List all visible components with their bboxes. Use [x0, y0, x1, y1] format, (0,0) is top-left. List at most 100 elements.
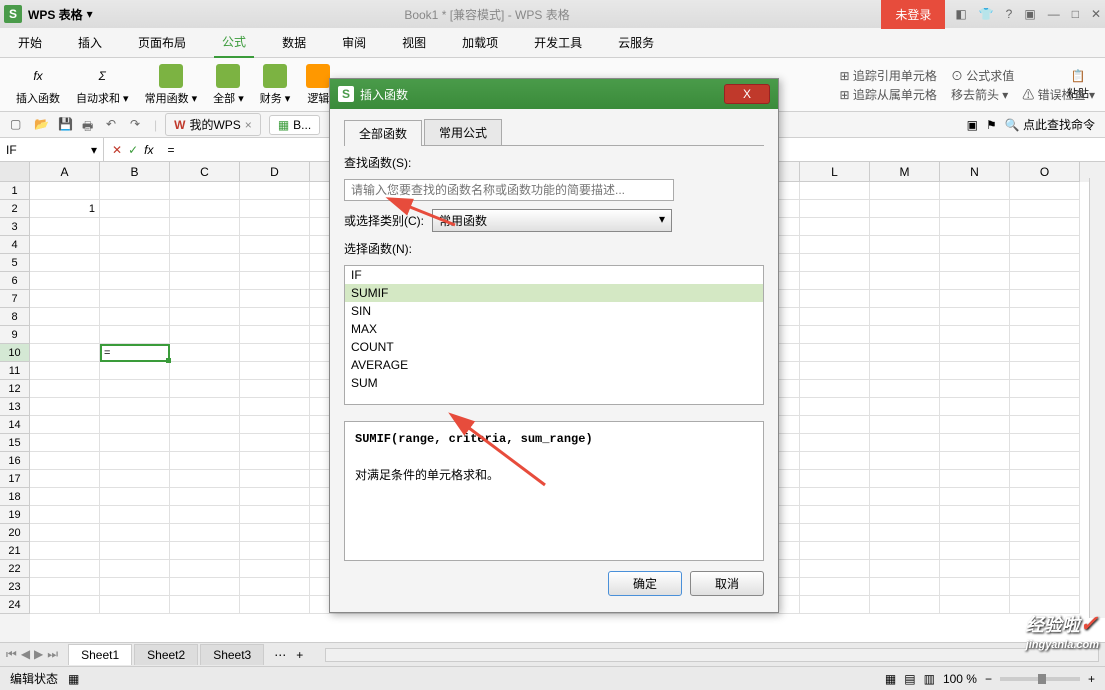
cell-M12[interactable] [870, 380, 940, 398]
row-header-10[interactable]: 10 [0, 344, 30, 362]
row-header-14[interactable]: 14 [0, 416, 30, 434]
cell-B20[interactable] [100, 524, 170, 542]
cell-C20[interactable] [170, 524, 240, 542]
row-header-23[interactable]: 23 [0, 578, 30, 596]
cell-B18[interactable] [100, 488, 170, 506]
ribbon-插入函数[interactable]: fx插入函数 [10, 64, 66, 106]
cell-C8[interactable] [170, 308, 240, 326]
cell-N14[interactable] [940, 416, 1010, 434]
cell-L16[interactable] [800, 452, 870, 470]
cell-D5[interactable] [240, 254, 310, 272]
ribbon-财务 ▾[interactable]: 财务 ▾ [254, 64, 297, 106]
cell-M7[interactable] [870, 290, 940, 308]
cell-L12[interactable] [800, 380, 870, 398]
cell-A18[interactable] [30, 488, 100, 506]
cell-N15[interactable] [940, 434, 1010, 452]
category-select[interactable]: 常用函数▾ [432, 209, 672, 232]
ribbon-常用函数 ▾[interactable]: 常用函数 ▾ [139, 64, 204, 106]
cell-M18[interactable] [870, 488, 940, 506]
row-header-17[interactable]: 17 [0, 470, 30, 488]
cell-A14[interactable] [30, 416, 100, 434]
print-icon[interactable]: 🖶 [82, 117, 98, 133]
cell-O3[interactable] [1010, 218, 1080, 236]
row-header-9[interactable]: 9 [0, 326, 30, 344]
restore-icon[interactable]: ▣ [1024, 7, 1035, 21]
cell-L2[interactable] [800, 200, 870, 218]
cell-O7[interactable] [1010, 290, 1080, 308]
cell-M13[interactable] [870, 398, 940, 416]
cell-N2[interactable] [940, 200, 1010, 218]
cell-O19[interactable] [1010, 506, 1080, 524]
cell-D19[interactable] [240, 506, 310, 524]
row-header-22[interactable]: 22 [0, 560, 30, 578]
cell-A11[interactable] [30, 362, 100, 380]
cell-C3[interactable] [170, 218, 240, 236]
cell-A9[interactable] [30, 326, 100, 344]
cell-A19[interactable] [30, 506, 100, 524]
cell-N16[interactable] [940, 452, 1010, 470]
cell-O8[interactable] [1010, 308, 1080, 326]
cell-B21[interactable] [100, 542, 170, 560]
func-item-AVERAGE[interactable]: AVERAGE [345, 356, 763, 374]
cell-M3[interactable] [870, 218, 940, 236]
cell-A6[interactable] [30, 272, 100, 290]
cell-B6[interactable] [100, 272, 170, 290]
sheet-tab-Sheet2[interactable]: Sheet2 [134, 644, 198, 665]
cell-A16[interactable] [30, 452, 100, 470]
cell-D7[interactable] [240, 290, 310, 308]
col-header-M[interactable]: M [870, 162, 940, 182]
trace-dependents[interactable]: ⊞ 追踪从属单元格 [840, 86, 937, 103]
tab-close[interactable]: × [245, 118, 252, 132]
cell-L17[interactable] [800, 470, 870, 488]
cell-M2[interactable] [870, 200, 940, 218]
row-header-18[interactable]: 18 [0, 488, 30, 506]
cell-A22[interactable] [30, 560, 100, 578]
cell-A23[interactable] [30, 578, 100, 596]
cell-L23[interactable] [800, 578, 870, 596]
func-item-SUM[interactable]: SUM [345, 374, 763, 392]
cell-O6[interactable] [1010, 272, 1080, 290]
col-header-B[interactable]: B [100, 162, 170, 182]
func-item-COUNT[interactable]: COUNT [345, 338, 763, 356]
cell-L8[interactable] [800, 308, 870, 326]
last-sheet[interactable]: ⏭ [47, 647, 58, 662]
cell-N7[interactable] [940, 290, 1010, 308]
cell-N20[interactable] [940, 524, 1010, 542]
cell-C11[interactable] [170, 362, 240, 380]
skin-icon[interactable]: ◧ [955, 7, 966, 21]
cell-B19[interactable] [100, 506, 170, 524]
col-header-L[interactable]: L [800, 162, 870, 182]
cell-C14[interactable] [170, 416, 240, 434]
cell-C7[interactable] [170, 290, 240, 308]
cell-C6[interactable] [170, 272, 240, 290]
cell-D16[interactable] [240, 452, 310, 470]
cell-L21[interactable] [800, 542, 870, 560]
cell-L18[interactable] [800, 488, 870, 506]
wps-tab[interactable]: W 我的WPS × [165, 113, 261, 136]
cell-O9[interactable] [1010, 326, 1080, 344]
cell-N3[interactable] [940, 218, 1010, 236]
row-header-5[interactable]: 5 [0, 254, 30, 272]
row-header-12[interactable]: 12 [0, 380, 30, 398]
add-sheet[interactable]: + [296, 648, 303, 662]
function-list[interactable]: IFSUMIFSINMAXCOUNTAVERAGESUM [344, 265, 764, 405]
cell-O21[interactable] [1010, 542, 1080, 560]
new-icon[interactable]: ▢ [10, 117, 26, 133]
cell-B24[interactable] [100, 596, 170, 614]
cell-N4[interactable] [940, 236, 1010, 254]
cell-C4[interactable] [170, 236, 240, 254]
row-header-20[interactable]: 20 [0, 524, 30, 542]
menu-开发工具[interactable]: 开发工具 [526, 28, 590, 57]
cell-M19[interactable] [870, 506, 940, 524]
cell-A15[interactable] [30, 434, 100, 452]
vertical-scrollbar[interactable] [1089, 178, 1105, 618]
cell-M8[interactable] [870, 308, 940, 326]
cell-B16[interactable] [100, 452, 170, 470]
cell-D9[interactable] [240, 326, 310, 344]
zoom-in[interactable]: + [1088, 672, 1095, 686]
ribbon-自动求和 ▾[interactable]: Σ自动求和 ▾ [70, 64, 135, 106]
row-header-1[interactable]: 1 [0, 182, 30, 200]
cell-C19[interactable] [170, 506, 240, 524]
menu-公式[interactable]: 公式 [214, 27, 254, 58]
func-item-SUMIF[interactable]: SUMIF [345, 284, 763, 302]
